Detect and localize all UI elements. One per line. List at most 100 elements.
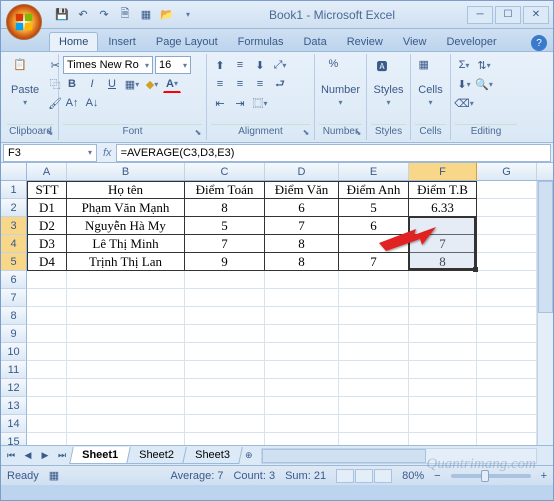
font-size-combo[interactable]: 16▾ [155, 56, 191, 74]
sheet-tab-1[interactable]: Sheet1 [69, 447, 131, 464]
fill-color-button[interactable]: ◆▾ [143, 75, 161, 93]
cell-F1[interactable]: Điểm T.B [409, 181, 477, 199]
column-header-B[interactable]: B [67, 163, 185, 180]
page-layout-view-icon[interactable] [355, 469, 373, 483]
cell-C11[interactable] [185, 361, 265, 379]
number-format-button[interactable]: % Number▾ [319, 56, 362, 109]
cell-B5[interactable]: Trịnh Thị Lan [67, 253, 185, 271]
cell-G11[interactable] [477, 361, 537, 379]
cell-G8[interactable] [477, 307, 537, 325]
cell-A12[interactable] [27, 379, 67, 397]
first-sheet-icon[interactable]: ⏮ [3, 448, 19, 464]
align-right-icon[interactable]: ≡ [251, 75, 269, 93]
grow-font-icon[interactable]: A↑ [63, 94, 81, 112]
new-icon[interactable]: ▦ [137, 6, 155, 24]
cell-G10[interactable] [477, 343, 537, 361]
cell-C9[interactable] [185, 325, 265, 343]
cell-E4[interactable] [339, 235, 409, 253]
cell-B4[interactable]: Lê Thị Minh [67, 235, 185, 253]
formula-bar[interactable]: =AVERAGE(C3,D3,E3) [116, 144, 551, 162]
worksheet-grid[interactable]: ABCDEFG1STTHọ tênĐiểm ToánĐiểm VănĐiểm A… [1, 163, 553, 445]
cell-B7[interactable] [67, 289, 185, 307]
row-header-12[interactable]: 12 [1, 379, 27, 397]
cell-F11[interactable] [409, 361, 477, 379]
row-header-5[interactable]: 5 [1, 253, 27, 271]
cell-C6[interactable] [185, 271, 265, 289]
zoom-slider[interactable] [451, 474, 531, 478]
column-header-F[interactable]: F [409, 163, 477, 180]
autosum-icon[interactable]: Σ▾ [455, 56, 473, 74]
cell-C8[interactable] [185, 307, 265, 325]
cell-F4[interactable]: 7 [409, 235, 477, 253]
row-header-4[interactable]: 4 [1, 235, 27, 253]
cell-G15[interactable] [477, 433, 537, 445]
cell-A11[interactable] [27, 361, 67, 379]
cell-F15[interactable] [409, 433, 477, 445]
fill-icon[interactable]: ⬇▾ [455, 75, 473, 93]
sort-filter-icon[interactable]: ⇅▾ [475, 56, 493, 74]
next-sheet-icon[interactable]: ▶ [37, 448, 53, 464]
sheet-tab-3[interactable]: Sheet3 [182, 447, 242, 464]
cell-F7[interactable] [409, 289, 477, 307]
cell-B2[interactable]: Phạm Văn Mạnh [67, 199, 185, 217]
zoom-out-icon[interactable]: − [434, 470, 440, 482]
cell-A10[interactable] [27, 343, 67, 361]
shrink-font-icon[interactable]: A↓ [83, 94, 101, 112]
cell-A3[interactable]: D2 [27, 217, 67, 235]
select-all-corner[interactable] [1, 163, 27, 180]
tab-review[interactable]: Review [337, 32, 393, 51]
cell-C12[interactable] [185, 379, 265, 397]
cell-E2[interactable]: 5 [339, 199, 409, 217]
row-header-2[interactable]: 2 [1, 199, 27, 217]
row-header-11[interactable]: 11 [1, 361, 27, 379]
border-button[interactable]: ▦▾ [123, 75, 141, 93]
cell-B11[interactable] [67, 361, 185, 379]
cell-D11[interactable] [265, 361, 339, 379]
cell-E11[interactable] [339, 361, 409, 379]
font-color-button[interactable]: A▾ [163, 75, 181, 93]
cell-E14[interactable] [339, 415, 409, 433]
undo-icon[interactable]: ↶ [74, 6, 92, 24]
cell-A13[interactable] [27, 397, 67, 415]
cell-C15[interactable] [185, 433, 265, 445]
cell-G4[interactable] [477, 235, 537, 253]
cell-C2[interactable]: 8 [185, 199, 265, 217]
cell-E9[interactable] [339, 325, 409, 343]
cell-E1[interactable]: Điểm Anh [339, 181, 409, 199]
clear-icon[interactable]: ⌫▾ [455, 94, 473, 112]
cell-G14[interactable] [477, 415, 537, 433]
cell-B14[interactable] [67, 415, 185, 433]
cell-C1[interactable]: Điểm Toán [185, 181, 265, 199]
cells-button[interactable]: ▦ Cells▾ [415, 56, 446, 109]
cell-D6[interactable] [265, 271, 339, 289]
column-header-A[interactable]: A [27, 163, 67, 180]
font-launcher-icon[interactable]: ⬊ [192, 126, 204, 138]
cell-E5[interactable]: 7 [339, 253, 409, 271]
cell-E8[interactable] [339, 307, 409, 325]
font-name-combo[interactable]: Times New Ro▾ [63, 56, 153, 74]
orientation-icon[interactable]: ⤢▾ [271, 56, 289, 74]
open-icon[interactable]: 📂 [158, 6, 176, 24]
cell-C4[interactable]: 7 [185, 235, 265, 253]
maximize-button[interactable]: ☐ [495, 6, 521, 24]
cell-E10[interactable] [339, 343, 409, 361]
decrease-indent-icon[interactable]: ⇤ [211, 94, 229, 112]
cell-G12[interactable] [477, 379, 537, 397]
cell-E12[interactable] [339, 379, 409, 397]
cell-A15[interactable] [27, 433, 67, 445]
cell-A6[interactable] [27, 271, 67, 289]
page-break-view-icon[interactable] [374, 469, 392, 483]
save-icon[interactable]: 💾 [53, 6, 71, 24]
cell-C10[interactable] [185, 343, 265, 361]
row-header-13[interactable]: 13 [1, 397, 27, 415]
cell-E13[interactable] [339, 397, 409, 415]
number-launcher-icon[interactable]: ⬊ [352, 126, 364, 138]
cell-D4[interactable]: 8 [265, 235, 339, 253]
cell-D8[interactable] [265, 307, 339, 325]
cell-C14[interactable] [185, 415, 265, 433]
cell-G2[interactable] [477, 199, 537, 217]
cell-G9[interactable] [477, 325, 537, 343]
cell-F2[interactable]: 6.33 [409, 199, 477, 217]
cell-A14[interactable] [27, 415, 67, 433]
cell-G5[interactable] [477, 253, 537, 271]
